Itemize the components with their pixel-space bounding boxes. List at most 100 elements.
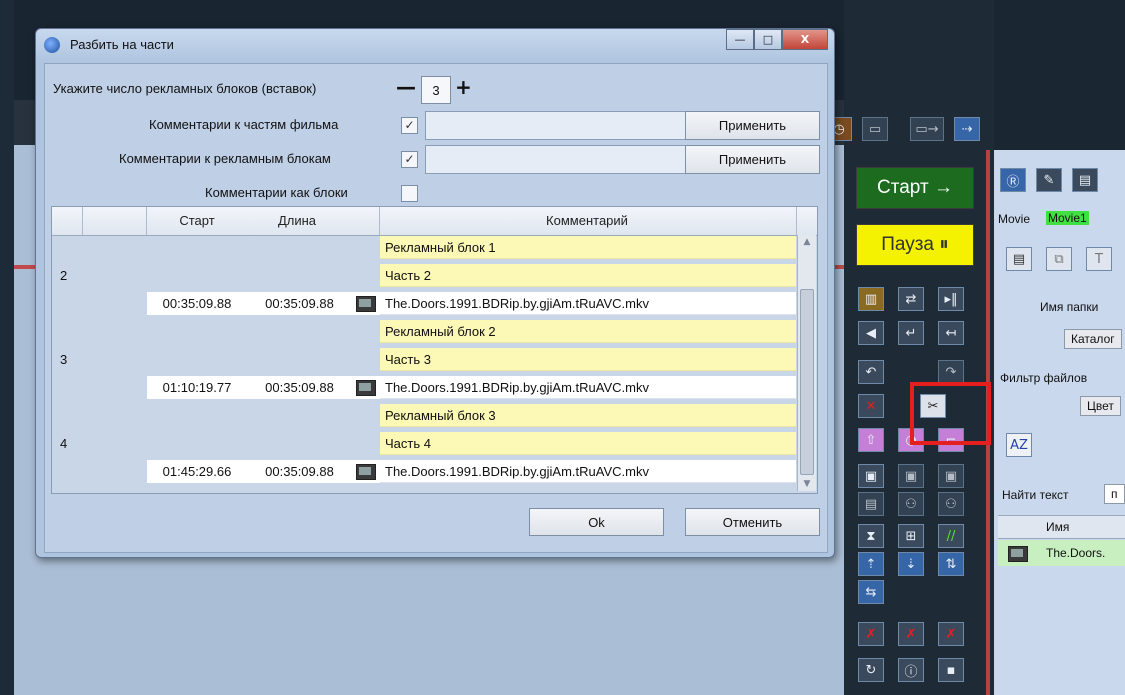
film-small-icon[interactable]: ▤ bbox=[1006, 247, 1032, 271]
part-file-name[interactable]: The.Doors.1991.BDRip.by.gjiAm.tRuAVC.mkv bbox=[380, 292, 796, 315]
part-start-time[interactable]: 00:35:09.88 bbox=[147, 292, 247, 315]
column-start[interactable]: Старт bbox=[152, 213, 242, 228]
part-comment[interactable]: Часть 3 bbox=[380, 348, 796, 371]
find-text-input[interactable]: п bbox=[1104, 484, 1125, 504]
ad-block-comment[interactable]: Рекламный блок 1 bbox=[380, 236, 796, 259]
hourglass-icon[interactable]: ⧗ bbox=[858, 524, 884, 548]
parts-grid: Старт Длина Комментарий Рекламный блок 1… bbox=[51, 206, 818, 494]
swap-icon[interactable]: ⇄ bbox=[898, 287, 924, 311]
ad-block-comment[interactable]: Рекламный блок 3 bbox=[380, 404, 796, 427]
delete-icon[interactable]: ✕ bbox=[858, 394, 884, 418]
part-start-time[interactable]: 01:10:19.77 bbox=[147, 376, 247, 399]
pause-button[interactable]: Пауза ⏸ bbox=[856, 224, 974, 266]
upload-icon[interactable]: ⇧ bbox=[858, 428, 884, 452]
ad-block-comment[interactable]: Рекламный блок 2 bbox=[380, 320, 796, 343]
edit-icon[interactable]: ✎ bbox=[1036, 168, 1062, 192]
maximize-button[interactable]: □ bbox=[754, 29, 782, 50]
scrollbar-thumb[interactable] bbox=[800, 289, 814, 475]
film-icon bbox=[352, 292, 380, 315]
refresh-icon[interactable]: ↻ bbox=[858, 658, 884, 682]
part-comments-checkbox[interactable]: ✓ bbox=[401, 117, 418, 134]
app-icon bbox=[44, 37, 60, 53]
save-icon[interactable]: ▪ bbox=[938, 658, 964, 682]
part-number: 4 bbox=[60, 436, 68, 451]
r-logo-icon[interactable]: Ⓡ bbox=[1000, 168, 1026, 192]
people2-icon[interactable]: ⚇ bbox=[938, 492, 964, 516]
enter-icon[interactable]: ↵ bbox=[898, 321, 924, 345]
shuffle-icon[interactable]: ⇆ bbox=[858, 580, 884, 604]
redo-icon[interactable]: ↷ bbox=[938, 360, 964, 384]
part-file-name[interactable]: The.Doors.1991.BDRip.by.gjiAm.tRuAVC.mkv bbox=[380, 460, 796, 483]
part-comment[interactable]: Часть 2 bbox=[380, 264, 796, 287]
scroll-down-icon[interactable]: ▼ bbox=[798, 479, 816, 489]
part-file-name[interactable]: The.Doors.1991.BDRip.by.gjiAm.tRuAVC.mkv bbox=[380, 376, 796, 399]
sort-down-icon[interactable]: ⇣ bbox=[898, 552, 924, 576]
cancel-button[interactable]: Отменить bbox=[685, 508, 820, 536]
dialog-title: Разбить на части bbox=[70, 37, 174, 52]
scissors-highlight-frame bbox=[910, 382, 991, 445]
part-comment[interactable]: Часть 4 bbox=[380, 432, 796, 455]
file-row-name: The.Doors. bbox=[1046, 546, 1106, 560]
dialog-body: Укажите число рекламных блоков (вставок)… bbox=[44, 63, 828, 553]
comments-as-blocks-checkbox[interactable] bbox=[401, 185, 418, 202]
arrow-back-icon[interactable]: ↤ bbox=[938, 321, 964, 345]
tab-movie[interactable]: Movie bbox=[998, 212, 1030, 226]
remove-list-icon[interactable]: ✗ bbox=[858, 622, 884, 646]
scroll-up-icon[interactable]: ▲ bbox=[798, 237, 816, 247]
screen-arrow-icon[interactable]: ▭→ bbox=[910, 117, 944, 141]
apply-part-comments-button[interactable]: Применить bbox=[685, 111, 820, 140]
film-strip-icon bbox=[356, 379, 376, 396]
slash-icon[interactable]: // bbox=[938, 524, 964, 548]
decrease-button[interactable]: — bbox=[396, 77, 416, 97]
part-length[interactable]: 00:35:09.88 bbox=[247, 292, 352, 315]
undo-icon[interactable]: ↶ bbox=[858, 360, 884, 384]
file-filter-label: Фильтр файлов bbox=[1000, 371, 1088, 385]
blocks-count-label: Укажите число рекламных блоков (вставок) bbox=[53, 81, 317, 96]
ad-comments-checkbox[interactable]: ✓ bbox=[401, 151, 418, 168]
part-number: 2 bbox=[60, 268, 68, 283]
tv-icon[interactable]: ▣ bbox=[858, 464, 884, 488]
color-button[interactable]: Цвет bbox=[1080, 396, 1121, 416]
grid-scrollbar[interactable]: ▲ ▼ bbox=[797, 235, 816, 491]
part-start-time[interactable]: 01:45:29.66 bbox=[147, 460, 247, 483]
ad-comments-field[interactable] bbox=[425, 145, 689, 174]
sort-up-icon[interactable]: ⇡ bbox=[858, 552, 884, 576]
column-comment[interactable]: Комментарий bbox=[382, 213, 792, 228]
part-comments-field[interactable] bbox=[425, 111, 689, 140]
name-column-header[interactable]: Имя bbox=[1046, 520, 1069, 534]
minimize-button[interactable]: — bbox=[726, 29, 754, 50]
remove-list3-icon[interactable]: ✗ bbox=[938, 622, 964, 646]
remove-list2-icon[interactable]: ✗ bbox=[898, 622, 924, 646]
part-length[interactable]: 00:35:09.88 bbox=[247, 460, 352, 483]
tv-dim2-icon[interactable]: ▣ bbox=[938, 464, 964, 488]
ok-button[interactable]: Ok bbox=[529, 508, 664, 536]
split-marker-icon[interactable]: ▥ bbox=[858, 287, 884, 311]
film-icon[interactable]: ▤ bbox=[1072, 168, 1098, 192]
grid-icon[interactable]: ⊞ bbox=[898, 524, 924, 548]
catalog-button[interactable]: Каталог bbox=[1064, 329, 1122, 349]
increase-button[interactable]: + bbox=[455, 77, 472, 97]
start-button[interactable]: Старт → bbox=[856, 167, 974, 209]
apply-ad-comments-button[interactable]: Применить bbox=[685, 145, 820, 174]
info-icon[interactable]: ⓘ bbox=[898, 658, 924, 682]
dialog-titlebar[interactable]: Разбить на части — □ X bbox=[36, 29, 834, 63]
text-icon[interactable]: T bbox=[1086, 247, 1112, 271]
export-screen-icon[interactable]: ⇢ bbox=[954, 117, 980, 141]
tab-movie1[interactable]: Movie1 bbox=[1046, 211, 1089, 225]
blocks-count-field[interactable]: 3 bbox=[421, 76, 451, 104]
part-length[interactable]: 00:35:09.88 bbox=[247, 376, 352, 399]
tv-dim-icon[interactable]: ▣ bbox=[898, 464, 924, 488]
sort-both-icon[interactable]: ⇅ bbox=[938, 552, 964, 576]
part-number: 3 bbox=[60, 352, 68, 367]
play-pause-icon[interactable]: ▸‖ bbox=[938, 287, 964, 311]
screen-icon[interactable]: ▭ bbox=[862, 117, 888, 141]
film-dim-icon[interactable]: ▤ bbox=[858, 492, 884, 516]
arrow-left-red-icon[interactable]: ◀ bbox=[858, 321, 884, 345]
background-left-strip bbox=[0, 0, 14, 695]
people-icon[interactable]: ⚇ bbox=[898, 492, 924, 516]
sort-az-icon[interactable]: AZ bbox=[1006, 433, 1032, 457]
close-button[interactable]: X bbox=[782, 29, 828, 50]
copy-icon[interactable]: ⧉ bbox=[1046, 247, 1072, 271]
film-strip-icon bbox=[356, 295, 376, 312]
column-length[interactable]: Длина bbox=[252, 213, 342, 228]
